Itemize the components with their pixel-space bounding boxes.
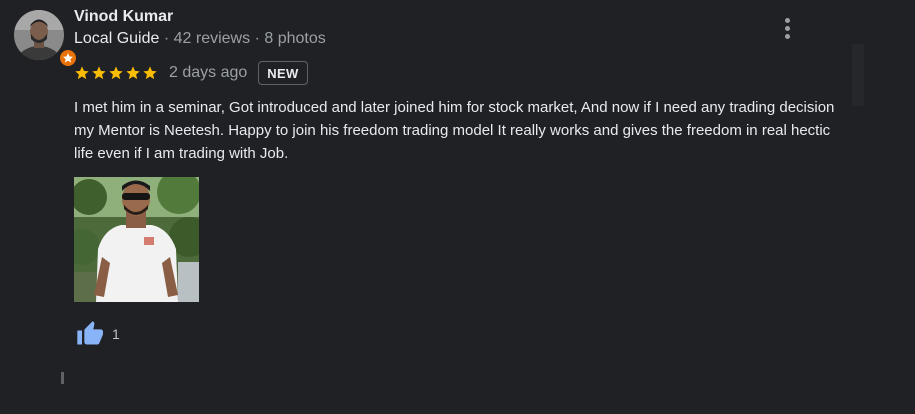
author-meta: Local Guide · 42 reviews · 8 photos [74, 30, 326, 48]
review-text: I met him in a seminar, Got introduced a… [74, 99, 835, 162]
meta-separator: · [163, 30, 170, 47]
scrollbar-track[interactable] [852, 44, 864, 106]
photos-count: 8 photos [264, 30, 326, 47]
scroll-handle[interactable] [61, 372, 64, 384]
avatar[interactable] [14, 10, 78, 68]
like-count: 1 [112, 326, 120, 342]
like-row: 1 [74, 319, 120, 349]
rating-row: 2 days ago NEW [74, 60, 308, 86]
review-time: 2 days ago [169, 64, 248, 81]
star-icon [109, 66, 123, 80]
star-icon [92, 66, 106, 80]
author-name[interactable]: Vinod Kumar [74, 8, 173, 26]
reviews-count: 42 reviews [173, 30, 251, 47]
star-icon [143, 66, 157, 80]
guide-label: Local Guide [74, 30, 160, 47]
review-card: Vinod Kumar Local Guide · 42 reviews · 8… [0, 0, 915, 414]
thumb-up-icon[interactable] [74, 319, 104, 349]
star-icon [75, 66, 89, 80]
review-photo-image [74, 177, 199, 302]
more-vert-icon[interactable] [776, 14, 798, 42]
new-badge: NEW [258, 61, 308, 85]
meta-separator: · [254, 30, 260, 47]
review-photo[interactable] [74, 177, 199, 302]
star-rating [74, 65, 158, 81]
avatar-image [14, 10, 64, 60]
star-icon [126, 66, 140, 80]
